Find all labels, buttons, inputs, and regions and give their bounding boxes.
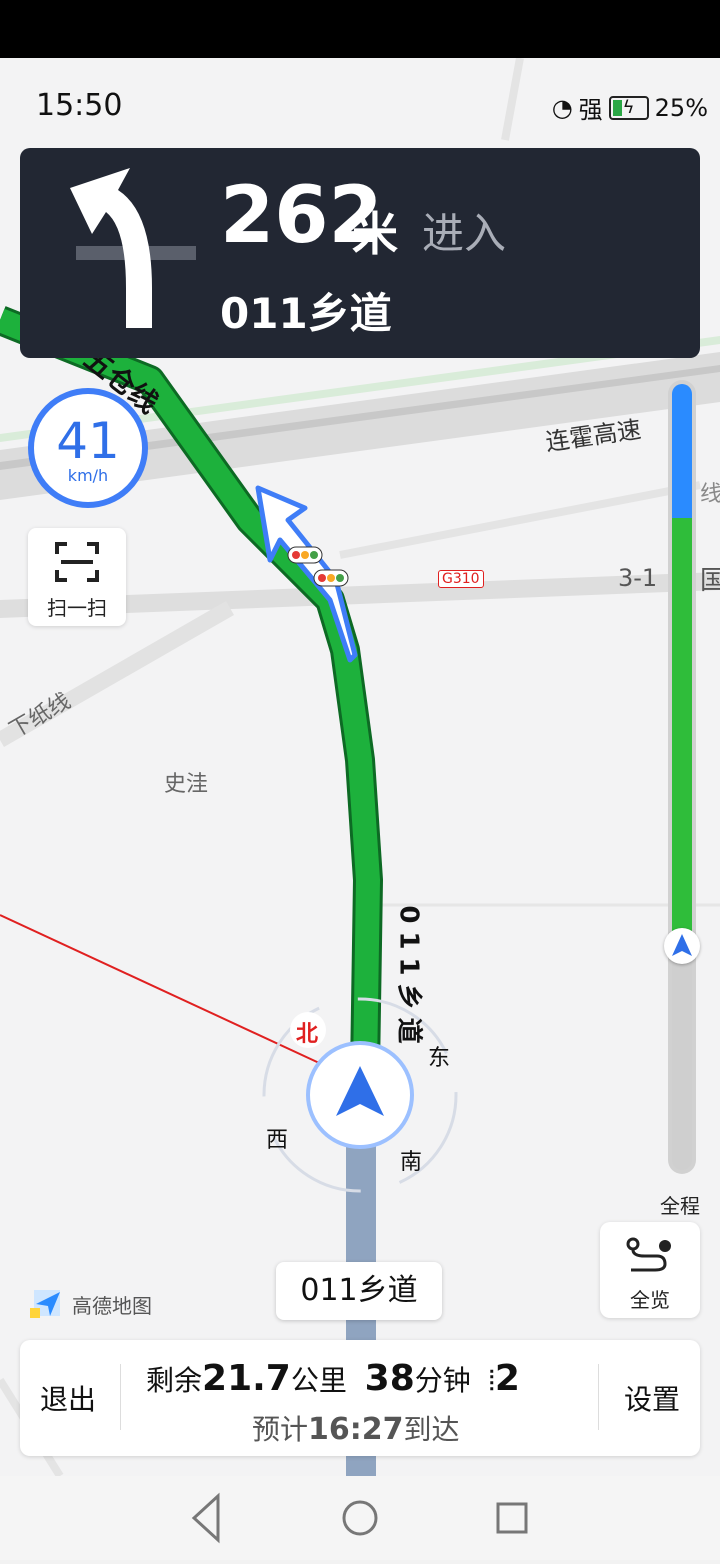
boundary-line (0, 914, 331, 1069)
speed-indicator: 41 km/h (28, 388, 148, 508)
system-navigation-bar (0, 1476, 720, 1560)
guidance-card[interactable]: 262 米 进入 011乡道 (20, 148, 700, 358)
battery-percent: 25% (654, 93, 708, 122)
back-icon[interactable] (191, 1492, 220, 1544)
signal-strength: 强 (578, 96, 603, 124)
scan-label: 扫一扫 (47, 596, 107, 620)
speed-unit: km/h (67, 466, 109, 485)
compass-west: 西 (266, 1128, 289, 1153)
scan-button[interactable]: 扫一扫 (28, 528, 126, 626)
route-progress-bar (668, 380, 696, 1174)
compass-east: 东 (428, 1046, 451, 1071)
progress-car-icon (664, 928, 700, 964)
overview-label: 全览 (630, 1288, 670, 1312)
place-label-shiwa: 史洼 (164, 772, 209, 797)
recents-icon[interactable] (496, 1502, 528, 1534)
eta: 预计16:27到达 (252, 1412, 460, 1447)
guidance-road: 011乡道 (220, 289, 392, 338)
progress-label: 全程 (660, 1194, 700, 1218)
road-number: 3-1 (618, 564, 658, 592)
exit-button[interactable]: 退出 (40, 1378, 96, 1418)
road-label-guo: 国 (700, 566, 720, 596)
route-road-label: 011乡道 (393, 905, 424, 1052)
road-label-xian: 线 (700, 482, 720, 507)
brand-name: 高德地图 (72, 1293, 152, 1318)
overview-button[interactable]: 全览 (600, 1222, 700, 1318)
guidance-action: 进入 (422, 209, 507, 258)
scan-icon (55, 542, 99, 582)
status-time: 15:50 (36, 88, 123, 123)
home-icon[interactable] (342, 1500, 378, 1536)
remaining-distance: 21.7 (202, 1358, 291, 1399)
status-bar: 15:50 ◔ 强 ϟ 25% (0, 58, 720, 148)
turn-left-icon (70, 168, 196, 328)
compass-north: 北 (296, 1022, 319, 1047)
guidance-unit: 米 (352, 207, 398, 261)
route-overview-icon (626, 1237, 671, 1272)
trip-summary: 剩余21.7公里 38分钟 ⦙2 (146, 1358, 520, 1399)
current-road-label: 011乡道 (276, 1262, 442, 1320)
battery-icon: ϟ (608, 95, 649, 120)
minor-road (339, 481, 701, 559)
traffic-light-count: 2 (494, 1358, 520, 1399)
trip-panel: 退出 剩余21.7公里 38分钟 ⦙2 预计16:27到达 设置 (20, 1340, 700, 1456)
compass-south: 南 (400, 1150, 423, 1175)
speed-value: 41 (56, 412, 120, 470)
settings-button[interactable]: 设置 (624, 1378, 680, 1418)
hotspot-icon: ◔ (551, 93, 573, 122)
highway-code: G310 (438, 570, 484, 588)
remaining-time: 38 (364, 1358, 415, 1399)
top-black-bar (0, 0, 720, 58)
amap-logo-icon (30, 1290, 60, 1318)
brand-logo: 高德地图 (30, 1286, 152, 1322)
eta-time: 16:27 (308, 1412, 404, 1447)
